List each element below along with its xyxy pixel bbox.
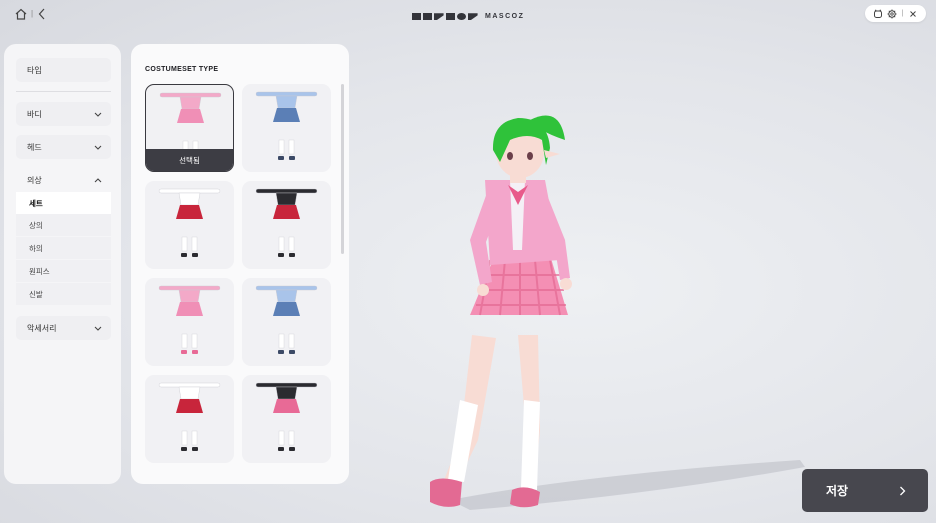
costume-thumbnail: [255, 188, 318, 257]
costume-card-white-red-uniform[interactable]: [145, 181, 234, 269]
sidebar-item-accessory[interactable]: 악세서리: [16, 316, 111, 340]
save-button[interactable]: 저장: [802, 469, 928, 512]
separator: |: [901, 10, 904, 17]
category-sidebar: 타입 바디 헤드 의상 세트 상의 하의 원피스 신발 악세서리: [4, 44, 121, 484]
costume-thumbnail: [158, 285, 221, 354]
chevron-right-icon: [900, 486, 906, 495]
costume-card-pink-dress[interactable]: [145, 278, 234, 366]
brand: MASCOZ: [0, 8, 936, 21]
costume-thumbnail: [255, 91, 318, 160]
character-model: [430, 115, 572, 508]
sidebar-item-head[interactable]: 헤드: [16, 135, 111, 159]
costume-thumbnail: [158, 188, 221, 257]
sub-item-label: 원피스: [29, 266, 50, 276]
close-icon[interactable]: [908, 9, 918, 19]
costume-panel: COSTUMESET TYPE 선택됨: [131, 44, 349, 484]
costume-card-blue-uniform[interactable]: [242, 84, 331, 172]
costume-thumbnail: [255, 285, 318, 354]
sidebar-item-label: 타입: [27, 65, 42, 75]
costume-card-black-pink-dress[interactable]: [242, 375, 331, 463]
sidebar-item-costume[interactable]: 의상: [16, 169, 111, 191]
sidebar-item-body[interactable]: 바디: [16, 102, 111, 126]
mascot-icon[interactable]: [873, 9, 883, 19]
chevron-up-icon: [94, 177, 102, 182]
chevron-down-icon: [94, 145, 102, 150]
costume-thumbnail: [158, 382, 221, 451]
costume-sub-item-top[interactable]: 상의: [16, 214, 111, 236]
costume-sub-item-set[interactable]: 세트: [16, 192, 111, 214]
costume-card-black-red-uniform[interactable]: [242, 181, 331, 269]
costume-sub-item-onepiece[interactable]: 원피스: [16, 260, 111, 282]
sub-item-label: 신발: [29, 289, 43, 299]
sidebar-item-label: 바디: [27, 109, 42, 119]
sub-item-label: 하의: [29, 243, 43, 253]
costume-card-blue-dress[interactable]: [242, 278, 331, 366]
costume-card-pink-uniform[interactable]: 선택됨: [145, 84, 234, 172]
costume-sub-item-bottom[interactable]: 하의: [16, 237, 111, 259]
sub-item-label: 세트: [29, 198, 43, 208]
scrollbar[interactable]: [341, 84, 344, 254]
sidebar-item-label: 헤드: [27, 142, 42, 152]
sub-item-label: 상의: [29, 220, 43, 230]
brand-text: MASCOZ: [485, 13, 525, 21]
sidebar-item-type[interactable]: 타입: [16, 58, 111, 82]
panel-title: COSTUMESET TYPE: [145, 66, 219, 73]
chevron-down-icon: [94, 326, 102, 331]
save-button-label: 저장: [826, 484, 849, 498]
sidebar-item-label: 의상: [27, 175, 42, 185]
costume-card-red-dress[interactable]: [145, 375, 234, 463]
chevron-down-icon: [94, 112, 102, 117]
selected-badge: 선택됨: [146, 149, 233, 171]
costume-thumbnail: [255, 382, 318, 451]
costume-sub-item-shoes[interactable]: 신발: [16, 283, 111, 305]
sidebar-item-label: 악세서리: [27, 323, 57, 333]
divider: [16, 91, 111, 92]
top-bar: | MASCOZ |: [0, 0, 936, 28]
gear-icon[interactable]: [887, 9, 897, 19]
window-controls: |: [865, 5, 926, 22]
brand-logo: [411, 13, 478, 21]
